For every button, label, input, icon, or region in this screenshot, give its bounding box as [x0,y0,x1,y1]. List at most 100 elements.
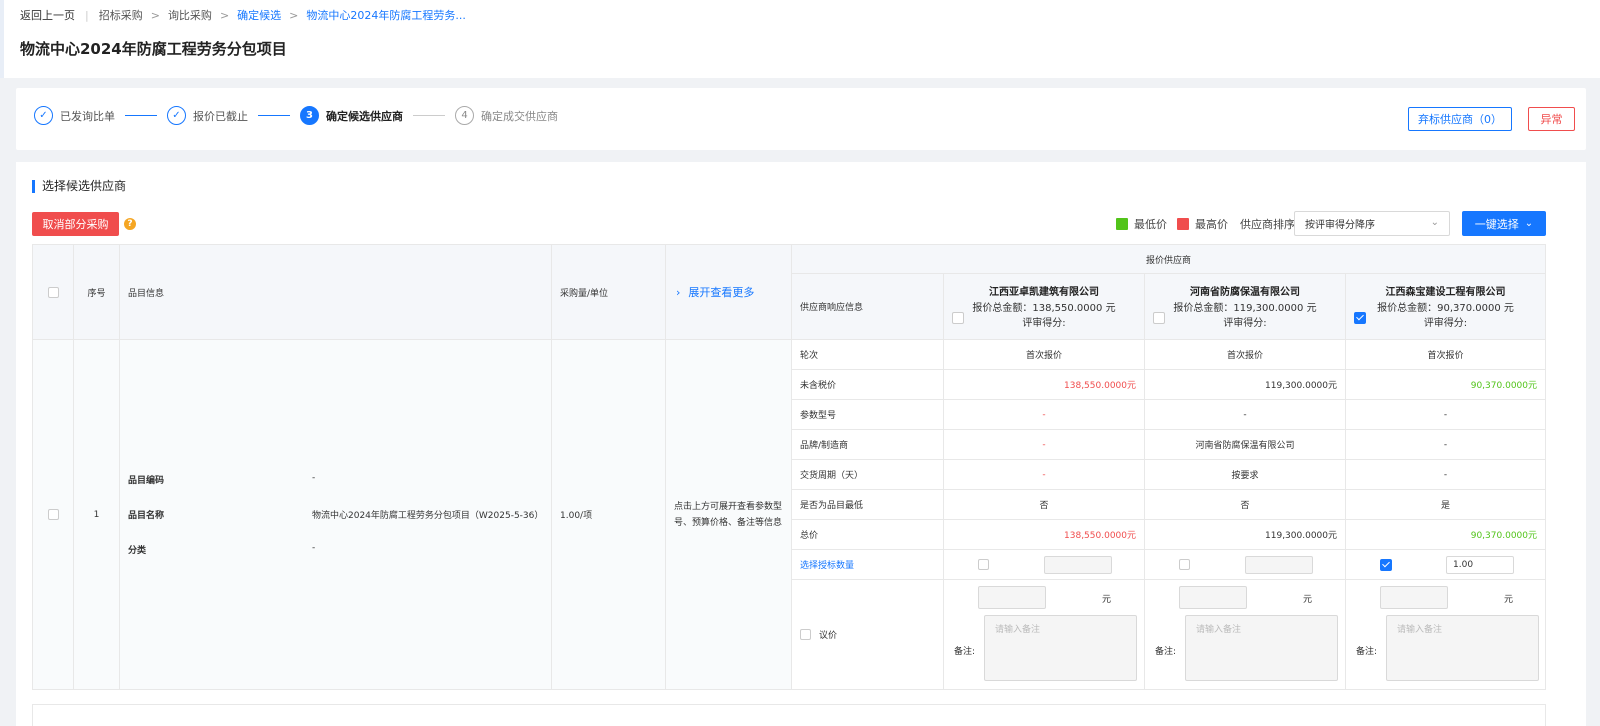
remark-textarea[interactable]: 请输入备注 [984,615,1137,681]
supplier-2-delivery: 按要求 [1145,460,1346,490]
breadcrumb-item-tender[interactable]: 招标采购 [99,7,143,23]
sort-select[interactable]: 按评审得分降序 ⌄ [1294,211,1450,236]
label-pretax: 未含税价 [792,370,944,400]
one-click-label: 一键选择 [1474,217,1519,231]
item-info-cell: 品目编码 - 品目名称 物流中心2024年防腐工程劳务分包项目（W2025-5-… [120,340,552,690]
select-all-cell [32,244,74,340]
chevron-right-icon: > [219,8,230,22]
step-connector [413,115,445,116]
award-qty-input[interactable] [1245,556,1313,574]
remark-textarea[interactable]: 请输入备注 [1185,615,1338,681]
page-title: 物流中心2024年防腐工程劳务分包项目 [20,40,287,58]
row-index: 1 [74,340,120,690]
award-qty-input[interactable] [1044,556,1112,574]
supplier-checkbox[interactable] [1153,312,1165,324]
field-value-name: 物流中心2024年防腐工程劳务分包项目（W2025-5-36） [312,511,544,521]
breadcrumb: 返回上一页 | 招标采购 > 询比采购 > 确定候选 > 物流中心2024年防腐… [20,7,466,23]
supplier-total: 报价总金额：90,370.0000 元 [1377,302,1514,314]
supplier-header-1: 江西亚卓凯建筑有限公司 报价总金额：138,550.0000 元 评审得分: [944,274,1145,340]
supplier-2-model: - [1145,400,1346,430]
negotiate-price-input[interactable] [1380,586,1448,609]
supplier-2-negotiate-cell: 元 备注: 请输入备注 [1145,580,1346,690]
label-negotiate: 议价 [819,631,838,641]
sort-label: 供应商排序 [1240,218,1295,231]
supplier-1-total: 138,550.0000元 [944,520,1145,550]
header-quote-suppliers: 报价供应商 [792,244,1546,274]
supplier-total: 报价总金额：119,300.0000 元 [1173,302,1317,314]
award-checkbox[interactable] [978,559,989,570]
row-checkbox[interactable] [47,509,59,520]
select-all-checkbox[interactable] [47,286,59,298]
field-label-code: 品目编码 [128,476,165,486]
label-brand: 品牌/制造商 [792,430,944,460]
supplier-checkbox-checked[interactable] [1354,312,1366,324]
abnormal-button[interactable]: 异常 [1528,107,1575,131]
header-index: 序号 [74,244,120,340]
header-qty-unit: 采购量/单位 [552,244,666,340]
step-number: 3 [300,106,319,125]
red-swatch-icon [1177,218,1189,230]
supplier-2-brand: 河南省防腐保温有限公司 [1145,430,1346,460]
qty-unit-cell: 1.00/项 [552,340,666,690]
supplier-3-round: 首次报价 [1346,340,1546,370]
header-supplier-response: 供应商响应信息 [792,274,944,340]
check-icon: ✓ [34,106,53,125]
help-icon[interactable]: ? [124,218,136,230]
supplier-score: 评审得分: [1423,317,1468,329]
supplier-2-award-cell [1145,550,1346,580]
step-4: 4 确定成交供应商 [455,106,558,125]
supplier-1-model: - [944,400,1145,430]
supplier-1-is-lowest: 否 [944,490,1145,520]
breadcrumb-item-current: 物流中心2024年防腐工程劳务... [306,9,466,22]
supplier-score: 评审得分: [1223,317,1267,329]
supplier-name: 江西亚卓凯建筑有限公司 [989,286,1099,298]
supplier-checkbox[interactable] [952,312,964,324]
supplier-2-is-lowest: 否 [1145,490,1346,520]
supplier-1-pretax: 138,550.0000元 [944,370,1145,400]
award-checkbox-checked[interactable] [1380,559,1392,571]
top-bar: 返回上一页 | 招标采购 > 询比采购 > 确定候选 > 物流中心2024年防腐… [0,0,1600,78]
chevron-right-icon: > [289,8,299,22]
supplier-1-award-cell [944,550,1145,580]
expand-more-link[interactable]: 展开查看更多 [688,284,754,300]
supplier-3-delivery: - [1346,460,1546,490]
label-delivery: 交货周期（天） [792,460,944,490]
back-link[interactable]: 返回上一页 [20,7,75,23]
award-qty-input[interactable]: 1.00 [1446,556,1514,574]
label-model: 参数型号 [792,400,944,430]
supplier-score: 评审得分: [1022,317,1066,329]
field-value-code: - [312,473,316,483]
section-title: 选择候选供应商 [32,180,126,193]
remark-label: 备注: [1356,647,1378,657]
step-number: 4 [455,106,474,125]
yuan-label: 元 [1102,595,1112,605]
step-label: 报价已截止 [193,109,248,123]
step-1: ✓ 已发询比单 [34,106,115,125]
supplier-2-round: 首次报价 [1145,340,1346,370]
check-icon: ✓ [167,106,186,125]
step-3: 3 确定候选供应商 [300,106,403,125]
negotiate-checkbox[interactable] [800,629,811,640]
expand-more-cell[interactable]: › 展开查看更多 [666,244,792,340]
one-click-select-button[interactable]: 一键选择 ⌄ [1462,211,1546,236]
breadcrumb-item-inquiry[interactable]: 询比采购 [168,7,212,23]
chevron-down-icon: ⌄ [1430,217,1439,228]
supplier-3-brand: - [1346,430,1546,460]
main-card: 选择候选供应商 取消部分采购 ? 最低价 最高价 供应商排序 按评审得分降序 ⌄… [16,162,1586,726]
abandon-supplier-button[interactable]: 弃标供应商（0） [1408,107,1512,131]
label-award-qty[interactable]: 选择授标数量 [792,550,944,580]
sort-value: 按评审得分降序 [1305,220,1375,231]
breadcrumb-item-confirm[interactable]: 确定候选 [237,7,281,23]
award-checkbox[interactable] [1179,559,1190,570]
remark-textarea[interactable]: 请输入备注 [1386,615,1539,681]
negotiate-price-input[interactable] [978,586,1046,609]
yuan-label: 元 [1303,595,1313,605]
supplier-1-negotiate-cell: 元 备注: 请输入备注 [944,580,1145,690]
next-table-row [32,704,1546,726]
supplier-3-total: 90,370.0000元 [1346,520,1546,550]
label-total: 总价 [792,520,944,550]
progress-steps: ✓ 已发询比单 ✓ 报价已截止 3 确定候选供应商 4 确定成交供应商 [34,106,558,125]
cancel-partial-button[interactable]: 取消部分采购 [32,212,119,236]
field-label-category: 分类 [128,546,147,556]
negotiate-price-input[interactable] [1179,586,1247,609]
